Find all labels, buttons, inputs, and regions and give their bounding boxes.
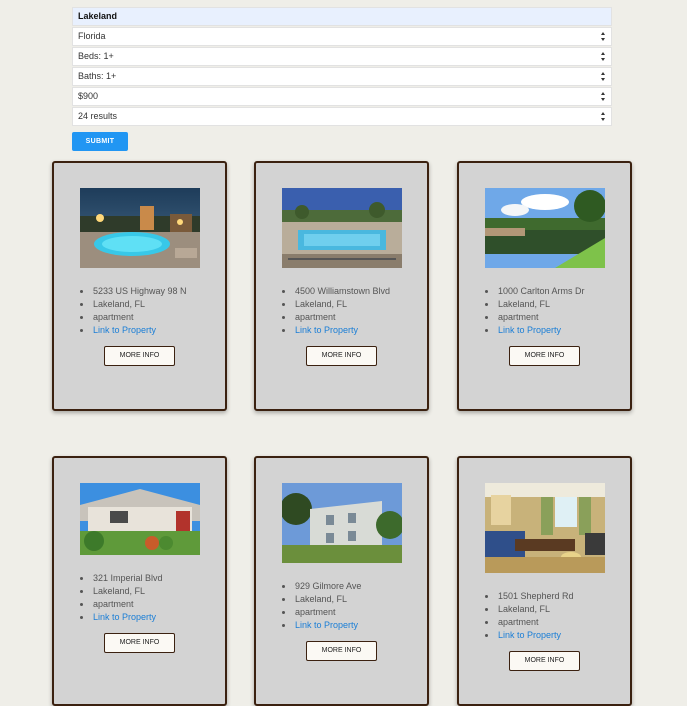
property-photo — [282, 483, 402, 563]
property-photo — [282, 188, 402, 268]
select-arrows-icon — [601, 32, 606, 41]
listing-details: 1000 Carlton Arms Dr Lakeland, FL apartm… — [485, 285, 585, 337]
listing-address: 1501 Shepherd Rd — [485, 590, 574, 603]
listing-details: 4500 Williamstown Blvd Lakeland, FL apar… — [282, 285, 390, 337]
more-info-button[interactable]: MORE INFO — [509, 346, 580, 366]
beds-select-value: Beds: 1+ — [78, 51, 114, 61]
more-info-button[interactable]: MORE INFO — [306, 641, 377, 661]
listing-card: 929 Gilmore Ave Lakeland, FL apartment L… — [254, 456, 429, 706]
listing-city: Lakeland, FL — [485, 298, 585, 311]
listing-address: 1000 Carlton Arms Dr — [485, 285, 585, 298]
price-select[interactable]: $900 — [72, 87, 612, 106]
property-photo — [80, 188, 200, 268]
price-select-value: $900 — [78, 91, 99, 101]
select-arrows-icon — [601, 72, 606, 81]
listing-card: 1000 Carlton Arms Dr Lakeland, FL apartm… — [457, 161, 632, 411]
more-info-button[interactable]: MORE INFO — [509, 651, 580, 671]
property-link[interactable]: Link to Property — [282, 619, 361, 632]
baths-select[interactable]: Baths: 1+ — [72, 67, 612, 86]
listing-card: 5233 US Highway 98 N Lakeland, FL apartm… — [52, 161, 227, 411]
listing-details: 5233 US Highway 98 N Lakeland, FL apartm… — [80, 285, 187, 337]
city-input[interactable]: Lakeland — [72, 7, 612, 26]
listing-address: 5233 US Highway 98 N — [80, 285, 187, 298]
listing-address: 4500 Williamstown Blvd — [282, 285, 390, 298]
listing-type: apartment — [282, 311, 390, 324]
property-photo — [485, 188, 605, 268]
listing-city: Lakeland, FL — [80, 585, 163, 598]
listing-type: apartment — [485, 311, 585, 324]
listing-address: 929 Gilmore Ave — [282, 580, 361, 593]
listing-card: 321 Imperial Blvd Lakeland, FL apartment… — [52, 456, 227, 706]
more-info-button[interactable]: MORE INFO — [104, 633, 175, 653]
listing-card: 1501 Shepherd Rd Lakeland, FL apartment … — [457, 456, 632, 706]
listing-type: apartment — [80, 598, 163, 611]
listing-details: 1501 Shepherd Rd Lakeland, FL apartment … — [485, 590, 574, 642]
listing-city: Lakeland, FL — [485, 603, 574, 616]
results-select-value: 24 results — [78, 111, 118, 121]
select-arrows-icon — [601, 112, 606, 121]
listing-city: Lakeland, FL — [80, 298, 187, 311]
search-form: Lakeland Florida Beds: 1+ Baths: 1+ $900… — [72, 7, 612, 151]
beds-select[interactable]: Beds: 1+ — [72, 47, 612, 66]
listing-card: 4500 Williamstown Blvd Lakeland, FL apar… — [254, 161, 429, 411]
listing-type: apartment — [282, 606, 361, 619]
more-info-button[interactable]: MORE INFO — [306, 346, 377, 366]
listing-city: Lakeland, FL — [282, 593, 361, 606]
submit-button[interactable]: SUBMIT — [72, 132, 128, 151]
listing-details: 929 Gilmore Ave Lakeland, FL apartment L… — [282, 580, 361, 632]
state-select-value: Florida — [78, 31, 106, 41]
property-link[interactable]: Link to Property — [282, 324, 390, 337]
property-link[interactable]: Link to Property — [80, 324, 187, 337]
property-link[interactable]: Link to Property — [485, 629, 574, 642]
listing-address: 321 Imperial Blvd — [80, 572, 163, 585]
listing-city: Lakeland, FL — [282, 298, 390, 311]
more-info-button[interactable]: MORE INFO — [104, 346, 175, 366]
property-photo — [485, 483, 605, 573]
state-select[interactable]: Florida — [72, 27, 612, 46]
listing-type: apartment — [485, 616, 574, 629]
baths-select-value: Baths: 1+ — [78, 71, 117, 81]
select-arrows-icon — [601, 92, 606, 101]
listing-details: 321 Imperial Blvd Lakeland, FL apartment… — [80, 572, 163, 624]
property-photo — [80, 483, 200, 555]
results-select[interactable]: 24 results — [72, 107, 612, 126]
select-arrows-icon — [601, 52, 606, 61]
property-link[interactable]: Link to Property — [485, 324, 585, 337]
property-link[interactable]: Link to Property — [80, 611, 163, 624]
listing-type: apartment — [80, 311, 187, 324]
